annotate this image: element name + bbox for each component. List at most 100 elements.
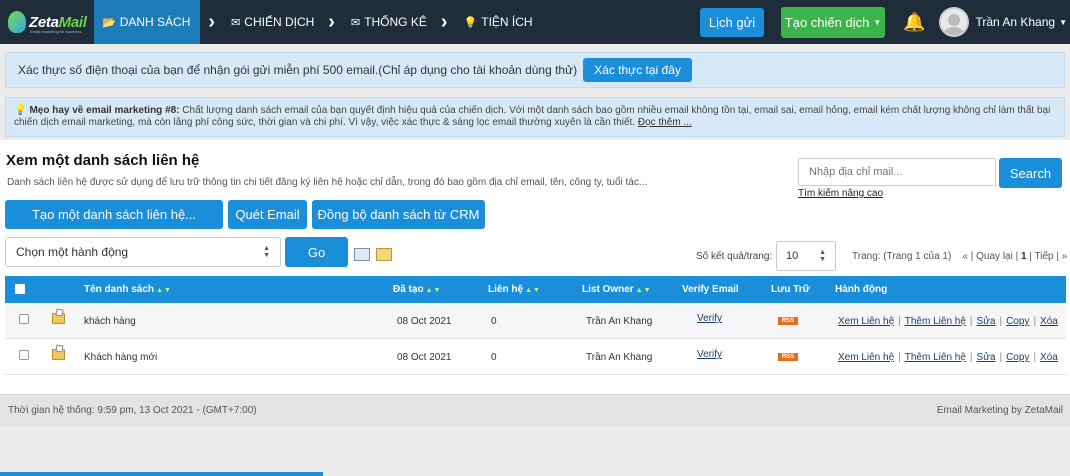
view-contacts-link[interactable]: Xem Liên hệ (838, 316, 894, 327)
pager-next-link[interactable]: | Tiếp | » (1029, 251, 1067, 262)
select-arrows-icon: ▲ ▼ (819, 249, 826, 263)
system-time: Thời gian hệ thống: 9:59 pm, 13 Oct 2021… (8, 405, 257, 416)
col-header-verify: Verify Email (682, 284, 739, 295)
go-button[interactable]: Go (285, 237, 348, 267)
search-input[interactable] (798, 158, 996, 186)
logo-mark-icon (8, 11, 26, 33)
row-actions: Xem Liên hệ | Thêm Liên hệ | Sửa | Copy | Xóa (838, 352, 1058, 363)
page-description: Danh sách liên hệ được sử dụng để lưu tr… (7, 177, 648, 188)
contact-count: 0 (491, 352, 497, 363)
advanced-search-link[interactable]: Tìm kiếm nâng cao (798, 188, 883, 199)
folder-icon (52, 313, 65, 324)
table-row: khách hàng 08 Oct 2021 0 Trần An Khang V… (5, 303, 1066, 339)
top-navbar: ZetaMail Email marketing for business 📂 … (0, 0, 1070, 44)
sort-arrows-icon: ▲▼ (525, 287, 541, 294)
tip-alert: 💡 Mẹo hay về email marketing #8: Chất lượ… (5, 97, 1065, 137)
folder-icon (52, 349, 65, 360)
footer: Thời gian hệ thống: 9:59 pm, 13 Oct 2021… (0, 394, 1070, 426)
row-actions: Xem Liên hệ | Thêm Liên hệ | Sửa | Copy | Xóa (838, 316, 1058, 327)
action-select[interactable]: Chọn một hành động ▲ ▼ (5, 237, 281, 267)
per-page-select[interactable]: 10 ▲ ▼ (776, 241, 836, 271)
pager-current-page: 1 (1021, 251, 1027, 262)
list-view-icon[interactable] (354, 248, 370, 261)
caret-down-icon: ▼ (873, 17, 882, 27)
chevron-right-icon: › (208, 11, 216, 33)
created-date: 08 Oct 2021 (397, 352, 452, 363)
envelope-icon: ✉ (231, 16, 241, 29)
per-page-label: Số kết quả/trang: (696, 251, 773, 262)
tip-title: Mẹo hay về email marketing #8: (29, 105, 180, 116)
nav-item-thong-ke[interactable]: ✉ THỐNG KÊ (345, 0, 433, 44)
row-checkbox[interactable] (19, 314, 29, 324)
list-name[interactable]: Khách hàng mới (84, 352, 157, 363)
verify-link[interactable]: Verify (697, 313, 722, 324)
main-panel: Xem một danh sách liên hệ Danh sách liên… (0, 140, 1070, 394)
add-contact-link[interactable]: Thêm Liên hệ (905, 352, 966, 363)
edit-link[interactable]: Sửa (977, 352, 996, 363)
col-header-archive: Lưu Trữ (771, 284, 810, 295)
lightbulb-icon: 💡 (463, 16, 478, 29)
col-header-owner[interactable]: List Owner ▲▼ (582, 284, 652, 295)
folder-icon: 📂 (102, 16, 116, 29)
col-header-name[interactable]: Tên danh sách ▲▼ (84, 284, 172, 295)
list-owner: Trần An Khang (586, 316, 653, 327)
col-header-contacts[interactable]: Liên hệ ▲▼ (488, 284, 541, 295)
rss-icon[interactable]: RSS (778, 353, 798, 361)
col-header-created[interactable]: Đã tạo ▲▼ (393, 284, 441, 295)
scroll-indicator (0, 472, 323, 476)
bell-icon[interactable]: 🔔 (903, 12, 925, 33)
verify-link[interactable]: Verify (697, 349, 722, 360)
sync-crm-button[interactable]: Đồng bộ danh sách từ CRM (312, 200, 485, 229)
scan-email-button[interactable]: Quét Email (228, 200, 307, 229)
row-checkbox[interactable] (19, 350, 29, 360)
view-contacts-link[interactable]: Xem Liên hệ (838, 352, 894, 363)
delete-link[interactable]: Xóa (1040, 352, 1058, 363)
select-arrows-icon: ▲ ▼ (263, 245, 270, 259)
sort-arrows-icon: ▲▼ (635, 287, 652, 294)
sort-arrows-icon: ▲▼ (425, 287, 442, 294)
schedule-button[interactable]: Lịch gửi (700, 7, 765, 37)
col-header-actions: Hành động (835, 284, 888, 295)
page-title: Xem một danh sách liên hệ (6, 152, 200, 169)
envelope-icon: ✉ (350, 16, 361, 29)
list-owner: Trần An Khang (586, 352, 653, 363)
add-contact-link[interactable]: Thêm Liên hệ (905, 316, 966, 327)
pager-back-link[interactable]: « | Quay lại | (962, 251, 1018, 262)
pagination: Trang: (Trang 1 của 1) « | Quay lại | 1 … (852, 251, 1067, 262)
delete-link[interactable]: Xóa (1040, 316, 1058, 327)
phone-verify-text: Xác thực số điện thoại của bạn để nhận g… (18, 63, 578, 77)
chevron-right-icon: › (328, 11, 335, 33)
create-campaign-button[interactable]: Tạo chiến dịch ▼ (781, 6, 886, 38)
logo-tagline: Email marketing for business (30, 29, 82, 34)
verify-here-button[interactable]: Xác thực tại đây (583, 58, 692, 82)
user-name[interactable]: Trần An Khang (975, 15, 1055, 29)
folder-view-icon[interactable] (376, 248, 392, 261)
select-all-checkbox[interactable] (15, 284, 25, 294)
chevron-right-icon: › (440, 11, 448, 33)
read-more-link[interactable]: Đọc thêm ... (638, 117, 692, 128)
nav-item-danh-sach[interactable]: 📂 DANH SÁCH (94, 0, 201, 44)
copy-link[interactable]: Copy (1006, 352, 1029, 363)
lightbulb-icon: 💡 (14, 105, 27, 116)
nav-right-group: Lịch gửi Tạo chiến dịch ▼ 🔔 Trần An Khan… (700, 0, 1070, 44)
caret-down-icon[interactable]: ▼ (1059, 18, 1067, 27)
logo-wordmark: ZetaMail (29, 13, 87, 31)
footer-credit: Email Marketing by ZetaMail (936, 405, 1063, 416)
page-info: Trang: (Trang 1 của 1) (852, 251, 952, 262)
copy-link[interactable]: Copy (1006, 316, 1029, 327)
nav-item-tien-ich[interactable]: 💡 TIỆN ÍCH (458, 0, 539, 44)
sort-arrows-icon: ▲▼ (156, 287, 172, 294)
list-name[interactable]: khách hàng (84, 316, 136, 327)
search-button[interactable]: Search (999, 158, 1062, 188)
table-header: Tên danh sách ▲▼ Đã tạo ▲▼ Liên hệ ▲▼ List … (5, 276, 1066, 303)
create-list-button[interactable]: Tạo một danh sách liên hệ... (5, 200, 223, 229)
zetamail-logo[interactable]: ZetaMail Email marketing for business (0, 0, 94, 44)
edit-link[interactable]: Sửa (977, 316, 996, 327)
contact-count: 0 (491, 316, 497, 327)
table-row: Khách hàng mới 08 Oct 2021 0 Trần An Kha… (5, 339, 1066, 375)
avatar[interactable] (939, 7, 970, 37)
rss-icon[interactable]: RSS (778, 317, 798, 325)
created-date: 08 Oct 2021 (397, 316, 452, 327)
phone-verify-alert: Xác thực số điện thoại của bạn để nhận g… (5, 52, 1065, 88)
nav-item-chien-dich[interactable]: ✉ CHIẾN DỊCH (225, 0, 320, 44)
